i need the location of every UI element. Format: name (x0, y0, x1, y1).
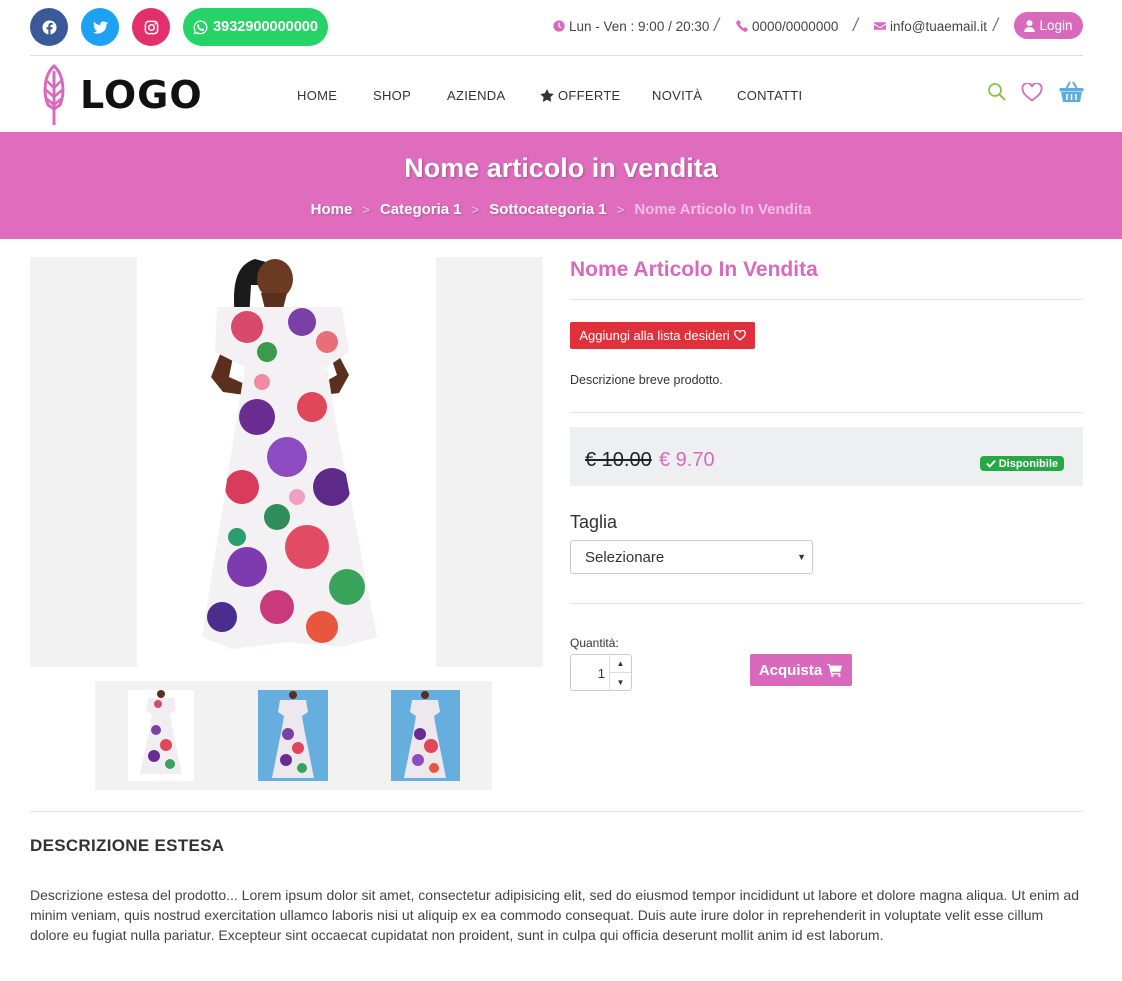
description-text: Descrizione estesa del prodotto... Lorem… (30, 887, 1080, 943)
divider (570, 299, 1083, 300)
dress-thumbnail (404, 691, 446, 778)
nav-offerte-label: OFFERTE (558, 87, 621, 103)
nav-offerte[interactable]: OFFERTE (540, 85, 621, 105)
nav-home[interactable]: HOME (297, 85, 337, 105)
heart-outline-icon (733, 330, 746, 341)
breadcrumb-home[interactable]: Home (311, 201, 353, 218)
quantity-value[interactable]: 1 (598, 666, 605, 681)
availability-label: Disponibile (998, 457, 1058, 470)
divider (30, 55, 1083, 56)
quantity-increase-icon[interactable]: ▲ (609, 655, 631, 673)
product-photo (137, 257, 436, 667)
basket-icon (1059, 81, 1084, 102)
instagram-icon (144, 20, 158, 34)
facebook-button[interactable] (30, 8, 68, 46)
phone-number: 0000/0000000 (752, 18, 839, 34)
login-button[interactable]: Login (1014, 12, 1083, 39)
instagram-button[interactable] (132, 8, 170, 46)
wishlist-button[interactable] (1021, 83, 1043, 102)
dress-photo (202, 259, 377, 649)
email-address: info@tuaemail.it (890, 18, 987, 34)
availability-badge: Disponibile (979, 456, 1064, 471)
thumbnail-3[interactable] (391, 690, 460, 781)
description-title: DESCRIZIONE ESTESA (30, 836, 225, 855)
separator: / (714, 15, 720, 35)
thumbnail-2[interactable] (258, 690, 328, 781)
cart-button[interactable] (1059, 80, 1084, 103)
nav-shop[interactable]: SHOP (373, 85, 411, 105)
page-title: Nome articolo in vendita (404, 153, 718, 183)
old-price: € 10.00 (585, 449, 652, 471)
breadcrumb-current: Nome Articolo In Vendita (634, 201, 812, 218)
divider (570, 412, 1083, 413)
cart-icon (827, 663, 843, 677)
separator: / (853, 15, 859, 35)
quantity-decrease-icon[interactable]: ▼ (609, 673, 631, 691)
nav-azienda[interactable]: AZIENDA (447, 85, 505, 105)
thumbnail-1[interactable] (128, 690, 194, 781)
whatsapp-number: 3932900000000 (213, 19, 318, 35)
whatsapp-icon (193, 19, 208, 35)
sale-price: € 9.70 (659, 449, 715, 471)
size-selected-value: Selezionare (585, 548, 665, 566)
dress-thumbnail (272, 691, 314, 778)
separator: / (993, 15, 999, 35)
divider (30, 811, 1083, 812)
twitter-icon (92, 20, 108, 34)
nav-novita[interactable]: NOVITÀ (652, 85, 702, 105)
logo-text: LOGO (80, 73, 203, 117)
email-link[interactable]: info@tuaemail.it (874, 8, 987, 44)
page-banner: Nome articolo in vendita Home > Categori… (0, 132, 1122, 239)
quantity-stepper[interactable]: 1 ▲ ▼ (570, 654, 632, 691)
price-box: € 10.00 € 9.70 Disponibile (570, 427, 1083, 486)
divider (570, 603, 1083, 604)
breadcrumb-separator: > (616, 202, 625, 217)
whatsapp-button[interactable]: 3932900000000 (183, 8, 328, 46)
phone-link[interactable]: 0000/0000000 (736, 8, 838, 44)
size-select[interactable]: Selezionare ▼ (570, 540, 813, 574)
phone-icon (736, 20, 748, 32)
breadcrumb-separator: > (362, 202, 370, 217)
opening-hours-text: Lun - Ven : 9:00 / 20:30 (569, 18, 710, 34)
nav-contatti[interactable]: CONTATTI (737, 85, 802, 105)
check-icon (985, 459, 996, 468)
star-icon (540, 88, 554, 102)
breadcrumb-separator: > (471, 202, 480, 217)
buy-label: Acquista (758, 661, 823, 679)
size-label: Taglia (570, 512, 618, 532)
thumbnail-strip (95, 681, 492, 790)
breadcrumb: Home > Categoria 1 > Sottocategoria 1 > … (0, 201, 1122, 218)
envelope-icon (874, 22, 886, 30)
dress-thumbnail (140, 690, 182, 774)
top-bar: 3932900000000 Lun - Ven : 9:00 / 20:30 /… (30, 8, 1083, 46)
feather-logo-icon (43, 63, 65, 125)
user-icon (1024, 19, 1036, 32)
site-logo[interactable]: LOGO (40, 63, 202, 127)
main-product-image[interactable] (30, 257, 543, 667)
product-title: Nome Articolo In Vendita (570, 258, 818, 281)
facebook-icon (41, 19, 57, 35)
breadcrumb-subcategory[interactable]: Sottocategoria 1 (489, 201, 607, 218)
caret-down-icon: ▼ (797, 552, 806, 562)
add-to-wishlist-label: Aggiungi alla lista desideri (579, 328, 730, 343)
short-description: Descrizione breve prodotto. (570, 373, 723, 387)
add-to-wishlist-button[interactable]: Aggiungi alla lista desideri (570, 322, 755, 349)
login-label: Login (1039, 18, 1073, 33)
heart-icon (1021, 83, 1043, 102)
search-icon (988, 83, 1006, 101)
quantity-label: Quantità: (570, 636, 619, 650)
breadcrumb-category[interactable]: Categoria 1 (380, 201, 462, 218)
search-button[interactable] (987, 82, 1007, 102)
buy-button[interactable]: Acquista (750, 654, 852, 686)
opening-hours: Lun - Ven : 9:00 / 20:30 (553, 8, 709, 44)
twitter-button[interactable] (81, 8, 119, 46)
clock-icon (553, 20, 565, 32)
